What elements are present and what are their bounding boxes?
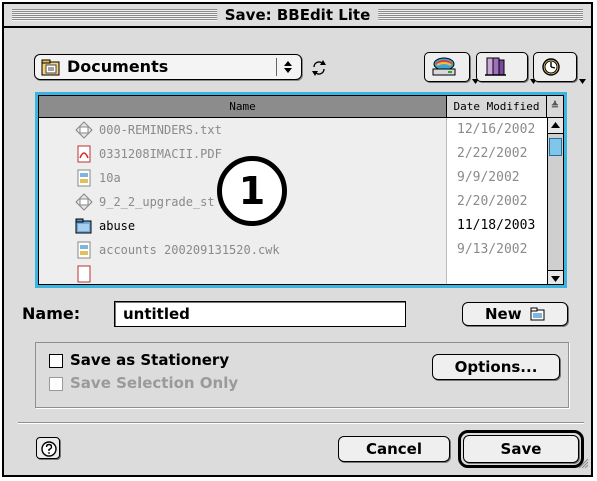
selection-only-label: Save Selection Only bbox=[70, 374, 239, 392]
save-button[interactable]: Save bbox=[463, 435, 579, 463]
cancel-button[interactable]: Cancel bbox=[338, 436, 450, 462]
file-date: 9/9/2002 bbox=[457, 170, 520, 185]
new-folder-icon bbox=[530, 307, 545, 321]
file-row[interactable]: abuse 11/18/2003 bbox=[39, 214, 547, 238]
save-dialog: Save: BBEdit Lite Documents Name Date Mo… bbox=[2, 2, 593, 477]
window-title: Save: BBEdit Lite bbox=[216, 5, 379, 25]
stationery-checkbox[interactable] bbox=[49, 354, 63, 368]
folder-icon bbox=[75, 217, 93, 239]
file-name: 0331208IMACII.PDF bbox=[99, 147, 222, 161]
sort-direction-button[interactable]: ≜ bbox=[547, 96, 563, 117]
name-label: Name: bbox=[22, 304, 81, 323]
refresh-icon[interactable] bbox=[310, 58, 328, 82]
file-row[interactable]: 000-REMINDERS.txt 12/16/2002 bbox=[39, 118, 547, 142]
selection-only-checkbox[interactable] bbox=[49, 377, 63, 391]
column-header-name[interactable]: Name bbox=[39, 96, 447, 117]
recent-button[interactable] bbox=[533, 52, 586, 84]
file-rows: 000-REMINDERS.txt 12/16/2002 0331208IMAC… bbox=[39, 118, 547, 284]
file-row[interactable]: 9_2_2_upgrade_st 2/20/2002 bbox=[39, 190, 547, 214]
file-name: 10a bbox=[99, 171, 121, 185]
scroll-up-arrow-icon[interactable] bbox=[548, 118, 563, 134]
file-name-input[interactable]: untitled bbox=[114, 301, 406, 327]
resize-grip-icon[interactable] bbox=[577, 454, 589, 473]
list-header: Name Date Modified ≜ bbox=[39, 96, 563, 118]
file-row[interactable]: accounts 200209131520.cwk 9/13/2002 bbox=[39, 238, 547, 262]
drive-button[interactable] bbox=[424, 52, 479, 84]
file-row-partial[interactable] bbox=[39, 262, 547, 284]
file-row[interactable]: 0331208IMACII.PDF 2/22/2002 bbox=[39, 142, 547, 166]
callout-number-badge: 1 bbox=[217, 156, 287, 226]
file-date: 2/20/2002 bbox=[457, 194, 528, 209]
pdf-file-icon bbox=[75, 265, 93, 284]
document-file-icon bbox=[75, 241, 93, 263]
divider bbox=[18, 422, 584, 424]
file-date: 2/22/2002 bbox=[457, 146, 528, 161]
file-date: 12/16/2002 bbox=[457, 122, 536, 137]
location-popup[interactable]: Documents bbox=[34, 54, 302, 80]
title-bar[interactable]: Save: BBEdit Lite bbox=[4, 4, 591, 28]
file-name: 000-REMINDERS.txt bbox=[99, 123, 222, 137]
options-button[interactable]: Options... bbox=[432, 354, 560, 380]
stationery-label: Save as Stationery bbox=[70, 351, 230, 369]
documents-folder-icon bbox=[41, 59, 61, 81]
file-row[interactable]: 10a 9/9/2002 bbox=[39, 166, 547, 190]
location-label: Documents bbox=[67, 57, 169, 76]
file-list[interactable]: Name Date Modified ≜ 000-REMINDERS.txt 1… bbox=[35, 92, 567, 288]
help-icon bbox=[41, 441, 57, 457]
help-button[interactable] bbox=[36, 437, 60, 459]
new-folder-button[interactable]: New bbox=[462, 302, 568, 326]
scroll-down-arrow-icon[interactable] bbox=[548, 270, 563, 284]
document-file-icon bbox=[75, 169, 93, 191]
column-header-date[interactable]: Date Modified bbox=[447, 96, 547, 117]
vertical-scrollbar[interactable] bbox=[547, 118, 563, 284]
file-date: 9/13/2002 bbox=[457, 242, 528, 257]
file-date: 11/18/2003 bbox=[457, 218, 536, 233]
popup-arrows-icon bbox=[276, 58, 298, 76]
new-folder-label: New bbox=[485, 305, 522, 323]
text-file-icon bbox=[75, 121, 93, 143]
pdf-file-icon bbox=[75, 145, 93, 167]
file-name: 9_2_2_upgrade_st bbox=[99, 195, 215, 209]
file-name: abuse bbox=[99, 219, 136, 233]
shortcuts-button[interactable] bbox=[476, 52, 537, 84]
file-name: accounts 200209131520.cwk bbox=[99, 243, 280, 257]
scroll-thumb[interactable] bbox=[549, 138, 562, 156]
text-file-icon bbox=[75, 193, 93, 215]
